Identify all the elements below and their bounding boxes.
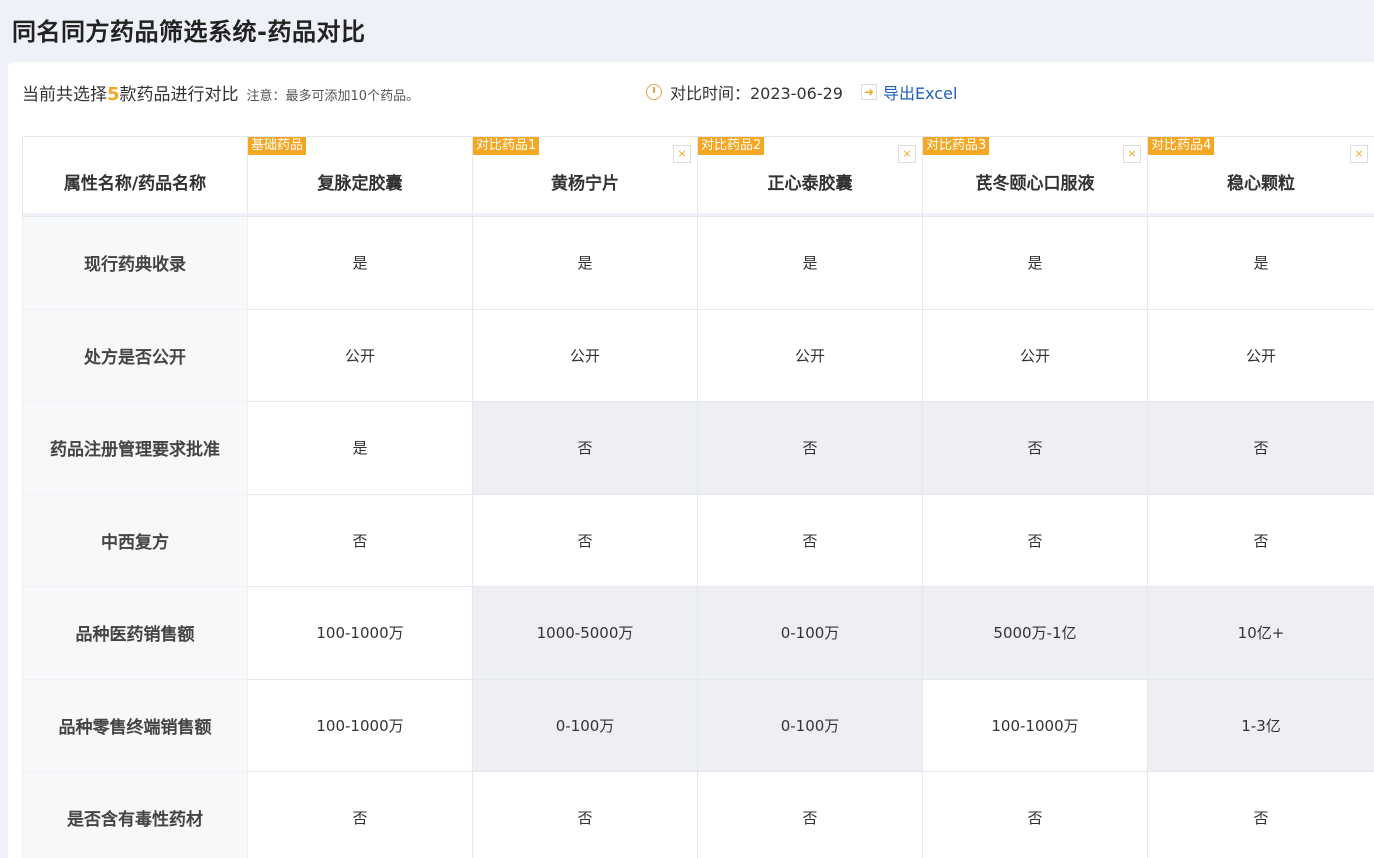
- selected-count: 5: [107, 84, 120, 105]
- table-cell: 否: [247, 771, 473, 858]
- attribute-label: 处方是否公开: [22, 308, 248, 402]
- drug-tag-badge: 对比药品2: [698, 137, 765, 155]
- table-cell: 否: [697, 401, 923, 495]
- table-header-row: 属性名称/药品名称 基础药品 复脉定胶囊 对比药品1 × 黄杨宁片 对比药品2 × 正心泰胶囊…: [22, 136, 1374, 217]
- table-cell: 否: [1147, 771, 1374, 858]
- table-cell: 否: [472, 401, 698, 495]
- drug-name: 正心泰胶囊: [767, 174, 853, 194]
- table-cell: 100-1000万: [247, 586, 473, 680]
- table-cell: 否: [697, 493, 923, 587]
- table-cell: 是: [247, 216, 473, 310]
- drug-name: 芪冬颐心口服液: [975, 174, 1095, 194]
- table-cell: 是: [247, 401, 473, 495]
- attribute-label: 中西复方: [22, 493, 248, 587]
- table-row: 处方是否公开 公开 公开 公开 公开 公开: [22, 308, 1374, 402]
- drug-column-header: 基础药品复脉定胶囊: [247, 136, 473, 217]
- drug-name: 复脉定胶囊: [317, 174, 403, 194]
- clock-icon: [646, 84, 662, 100]
- table-cell: 10亿+: [1147, 586, 1374, 680]
- limit-note: 注意：最多可添加10个药品。: [246, 89, 420, 104]
- compare-meta: 对比时间：2023-06-29 ➜ 导出Excel: [646, 80, 957, 104]
- remove-drug-icon[interactable]: ×: [898, 145, 916, 163]
- table-cell: 公开: [472, 308, 698, 402]
- table-row: 药品注册管理要求批准是否否否否: [22, 401, 1374, 495]
- summary-prefix: 当前共选择: [22, 85, 107, 105]
- comparison-table: 属性名称/药品名称 基础药品 复脉定胶囊 对比药品1 × 黄杨宁片 对比药品2 × 正心泰胶囊…: [22, 136, 1374, 858]
- table-cell: 0-100万: [697, 586, 923, 680]
- table-cell: 是: [922, 216, 1148, 310]
- attribute-label: 品种医药销售额: [22, 586, 248, 680]
- table-cell: 100-1000万: [922, 678, 1148, 772]
- table-cell: 0-100万: [697, 678, 923, 772]
- table-cell: 是: [472, 216, 698, 310]
- table-cell: 公开: [247, 308, 473, 402]
- page-title: 同名同方药品筛选系统-药品对比: [12, 18, 366, 46]
- table-cell: 是: [1147, 216, 1374, 310]
- table-cell: 否: [922, 401, 1148, 495]
- attribute-label: 品种零售终端销售额: [22, 678, 248, 772]
- drug-tag-badge: 基础药品: [248, 137, 307, 155]
- table-cell: 公开: [1147, 308, 1374, 402]
- selection-summary: 当前共选择5款药品进行对比 注意：最多可添加10个药品。: [22, 80, 419, 105]
- table-cell: 1-3亿: [1147, 678, 1374, 772]
- table-cell: 否: [697, 771, 923, 858]
- summary-suffix: 款药品进行对比: [119, 85, 239, 105]
- table-body: 现行药典收录是是是是是处方是否公开 公开 公开 公开 公开 公开 药品注册管理要求批准是否否…: [22, 216, 1374, 858]
- attribute-label: 是否含有毒性药材: [22, 771, 248, 858]
- remove-drug-icon[interactable]: ×: [1123, 145, 1141, 163]
- remove-drug-icon[interactable]: ×: [673, 145, 691, 163]
- table-row: 品种零售终端销售额 100-1000万 0-100万 0-100万 100-1000万 1…: [22, 678, 1374, 772]
- table-cell: 100-1000万: [247, 678, 473, 772]
- table-row: 是否含有毒性药材否否否否否: [22, 771, 1374, 858]
- table-cell: 否: [1147, 401, 1374, 495]
- table-row: 中西复方否否否否否: [22, 493, 1374, 587]
- table-row: 品种医药销售额 100-1000万 1000-5000万 0-100万 5000万-1亿…: [22, 586, 1374, 680]
- attribute-label: 现行药典收录: [22, 216, 248, 310]
- table-cell: 否: [472, 771, 698, 858]
- table-row: 现行药典收录是是是是是: [22, 216, 1374, 310]
- drug-name: 稳心颗粒: [1227, 174, 1295, 194]
- compare-time: 对比时间：2023-06-29: [670, 84, 843, 103]
- table-cell: 否: [922, 493, 1148, 587]
- table-cell: 5000万-1亿: [922, 586, 1148, 680]
- drug-column-header: 对比药品3 × 芪冬颐心口服液: [922, 136, 1148, 217]
- table-cell: 是: [697, 216, 923, 310]
- drug-tag-badge: 对比药品4: [1148, 137, 1215, 155]
- table-cell: 1000-5000万: [472, 586, 698, 680]
- export-label: 导出Excel: [883, 84, 958, 103]
- table-cell: 公开: [922, 308, 1148, 402]
- remove-drug-icon[interactable]: ×: [1350, 145, 1368, 163]
- drug-column-header: 对比药品2 × 正心泰胶囊: [697, 136, 923, 217]
- attr-header: 属性名称/药品名称: [22, 136, 248, 217]
- table-cell: 0-100万: [472, 678, 698, 772]
- comparison-card: 当前共选择5款药品进行对比 注意：最多可添加10个药品。 对比时间：2023-06…: [8, 62, 1374, 858]
- drug-tag-badge: 对比药品1: [473, 137, 540, 155]
- table-cell: 否: [922, 771, 1148, 858]
- export-arrow-icon: ➜: [861, 84, 877, 100]
- table-cell: 否: [1147, 493, 1374, 587]
- table-cell: 公开: [697, 308, 923, 402]
- table-cell: 否: [247, 493, 473, 587]
- drug-column-header: 对比药品1 × 黄杨宁片: [472, 136, 698, 217]
- drug-column-header: 对比药品4 × 稳心颗粒: [1147, 136, 1374, 217]
- drug-tag-badge: 对比药品3: [923, 137, 990, 155]
- table-cell: 否: [472, 493, 698, 587]
- attribute-label: 药品注册管理要求批准: [22, 401, 248, 495]
- drug-name: 黄杨宁片: [551, 174, 619, 194]
- export-excel-button[interactable]: ➜ 导出Excel: [861, 80, 957, 104]
